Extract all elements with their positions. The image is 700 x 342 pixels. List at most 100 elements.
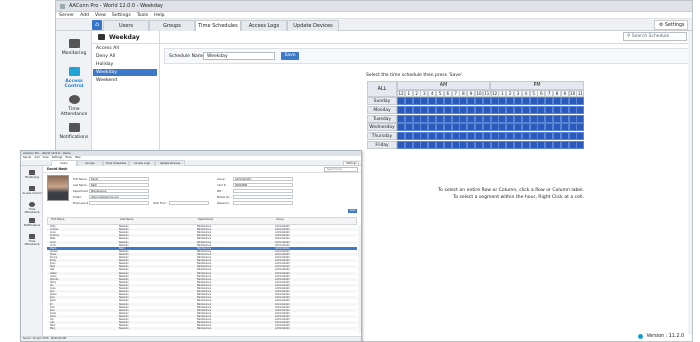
hour-col-23[interactable]: 11	[576, 90, 585, 97]
schedule-cell[interactable]	[412, 123, 421, 132]
schedule-cell[interactable]	[490, 97, 499, 105]
front-settings-button[interactable]: Settings	[343, 160, 359, 166]
schedule-cell[interactable]	[436, 105, 444, 114]
nav-notifications[interactable]: Notifications	[56, 123, 92, 140]
schedule-cell[interactable]	[576, 123, 585, 132]
hour-col-14[interactable]: 2	[506, 90, 515, 97]
schedule-cell[interactable]	[529, 141, 538, 149]
schedule-cell[interactable]	[545, 97, 554, 105]
schedule-cell[interactable]	[506, 141, 515, 149]
schedule-cell[interactable]	[521, 141, 530, 149]
am-header[interactable]: AM	[397, 81, 490, 90]
schedule-cell[interactable]	[404, 132, 413, 141]
schedule-cell[interactable]	[506, 97, 515, 105]
front-nav-access-control[interactable]: Access Control	[21, 186, 43, 195]
search-input[interactable]: ⚲ Search Schedule	[623, 32, 687, 41]
schedule-cell[interactable]	[498, 123, 507, 132]
schedule-cell[interactable]	[397, 123, 405, 132]
schedule-cell[interactable]	[514, 123, 522, 132]
hour-col-17[interactable]: 5	[529, 90, 538, 97]
schedule-cell[interactable]	[498, 132, 507, 141]
schedule-cell[interactable]	[404, 141, 413, 149]
schedule-cell[interactable]	[553, 132, 561, 141]
schedule-cell[interactable]	[475, 141, 483, 149]
schedule-cell[interactable]	[560, 132, 569, 141]
schedule-cell[interactable]	[545, 132, 554, 141]
schedule-cell[interactable]	[576, 97, 585, 105]
settings-button[interactable]: ⚙ Settings	[654, 20, 688, 30]
pin-field[interactable]	[233, 189, 293, 193]
front-nav-time-attendance[interactable]: Time Attendance	[21, 202, 43, 214]
schedule-cell[interactable]	[482, 141, 491, 149]
schedule-cell[interactable]	[490, 141, 499, 149]
schedule-cell[interactable]	[451, 105, 460, 114]
schedule-cell[interactable]	[428, 123, 437, 132]
schedule-cell[interactable]	[529, 123, 538, 132]
schedule-cell[interactable]	[514, 132, 522, 141]
hour-col-3[interactable]: 3	[420, 90, 429, 97]
hour-col-1[interactable]: 1	[404, 90, 413, 97]
day-row-monday[interactable]: Monday	[367, 105, 397, 114]
nav-monitoring[interactable]: Monitoring	[56, 39, 92, 56]
hour-col-15[interactable]: 3	[514, 90, 522, 97]
last-name-field[interactable]: Nash	[89, 183, 149, 187]
schedule-cell[interactable]	[397, 132, 405, 141]
schedule-cell[interactable]	[553, 123, 561, 132]
schedule-cell[interactable]	[443, 114, 452, 123]
schedule-cell[interactable]	[443, 132, 452, 141]
schedule-cell[interactable]	[490, 114, 499, 123]
front-nav-notifications[interactable]: Notifications	[21, 218, 43, 227]
department-select[interactable]: Maintenance	[89, 189, 149, 193]
schedule-cell[interactable]	[529, 105, 538, 114]
schedule-cell[interactable]	[553, 141, 561, 149]
schedule-cell[interactable]	[467, 141, 476, 149]
schedule-cell[interactable]	[475, 97, 483, 105]
email-field[interactable]: david.nash@acme.com	[89, 195, 149, 199]
user-search-input[interactable]: Search User	[324, 167, 358, 172]
schedule-cell[interactable]	[436, 141, 444, 149]
schedule-cell[interactable]	[428, 105, 437, 114]
schedule-cell[interactable]	[404, 123, 413, 132]
nav-access-control[interactable]: Access Control	[56, 67, 92, 89]
employee-field[interactable]	[89, 201, 149, 205]
schedule-cell[interactable]	[436, 132, 444, 141]
schedule-cell[interactable]	[545, 105, 554, 114]
schedule-cell[interactable]	[443, 105, 452, 114]
schedule-cell[interactable]	[545, 114, 554, 123]
schedule-cell[interactable]	[436, 123, 444, 132]
schedule-cell[interactable]	[428, 97, 437, 105]
user-save-button[interactable]: Save	[348, 209, 357, 213]
schedule-item-weekday[interactable]: Weekday	[93, 69, 157, 76]
schedule-cell[interactable]	[568, 97, 577, 105]
schedule-cell[interactable]	[568, 132, 577, 141]
schedule-cell[interactable]	[545, 123, 554, 132]
schedule-cell[interactable]	[412, 141, 421, 149]
schedule-cell[interactable]	[459, 105, 468, 114]
select-all-cell[interactable]: ALL	[367, 81, 397, 97]
schedule-cell[interactable]	[475, 123, 483, 132]
schedule-cell[interactable]	[482, 105, 491, 114]
schedule-cell[interactable]	[420, 105, 429, 114]
menu-help[interactable]: Help	[154, 13, 164, 18]
schedule-name-input[interactable]: Weekday	[203, 52, 275, 60]
password-field[interactable]	[233, 201, 293, 205]
schedule-cell[interactable]	[459, 123, 468, 132]
schedule-cell[interactable]	[514, 141, 522, 149]
schedule-cell[interactable]	[521, 97, 530, 105]
tab-users[interactable]: Users	[103, 20, 149, 31]
schedule-cell[interactable]	[451, 97, 460, 105]
schedule-cell[interactable]	[420, 123, 429, 132]
tab-groups[interactable]: Groups	[149, 20, 195, 31]
col-last-name[interactable]: Last Name	[120, 218, 133, 222]
schedule-cell[interactable]	[475, 114, 483, 123]
schedule-cell[interactable]	[537, 141, 546, 149]
hour-col-19[interactable]: 7	[545, 90, 554, 97]
schedule-cell[interactable]	[404, 114, 413, 123]
hour-col-7[interactable]: 7	[451, 90, 460, 97]
schedule-cell[interactable]	[412, 97, 421, 105]
schedule-cell[interactable]	[537, 132, 546, 141]
schedule-cell[interactable]	[428, 132, 437, 141]
schedule-cell[interactable]	[545, 141, 554, 149]
schedule-cell[interactable]	[397, 97, 405, 105]
schedule-item-deny-all[interactable]: Deny All	[96, 54, 115, 59]
